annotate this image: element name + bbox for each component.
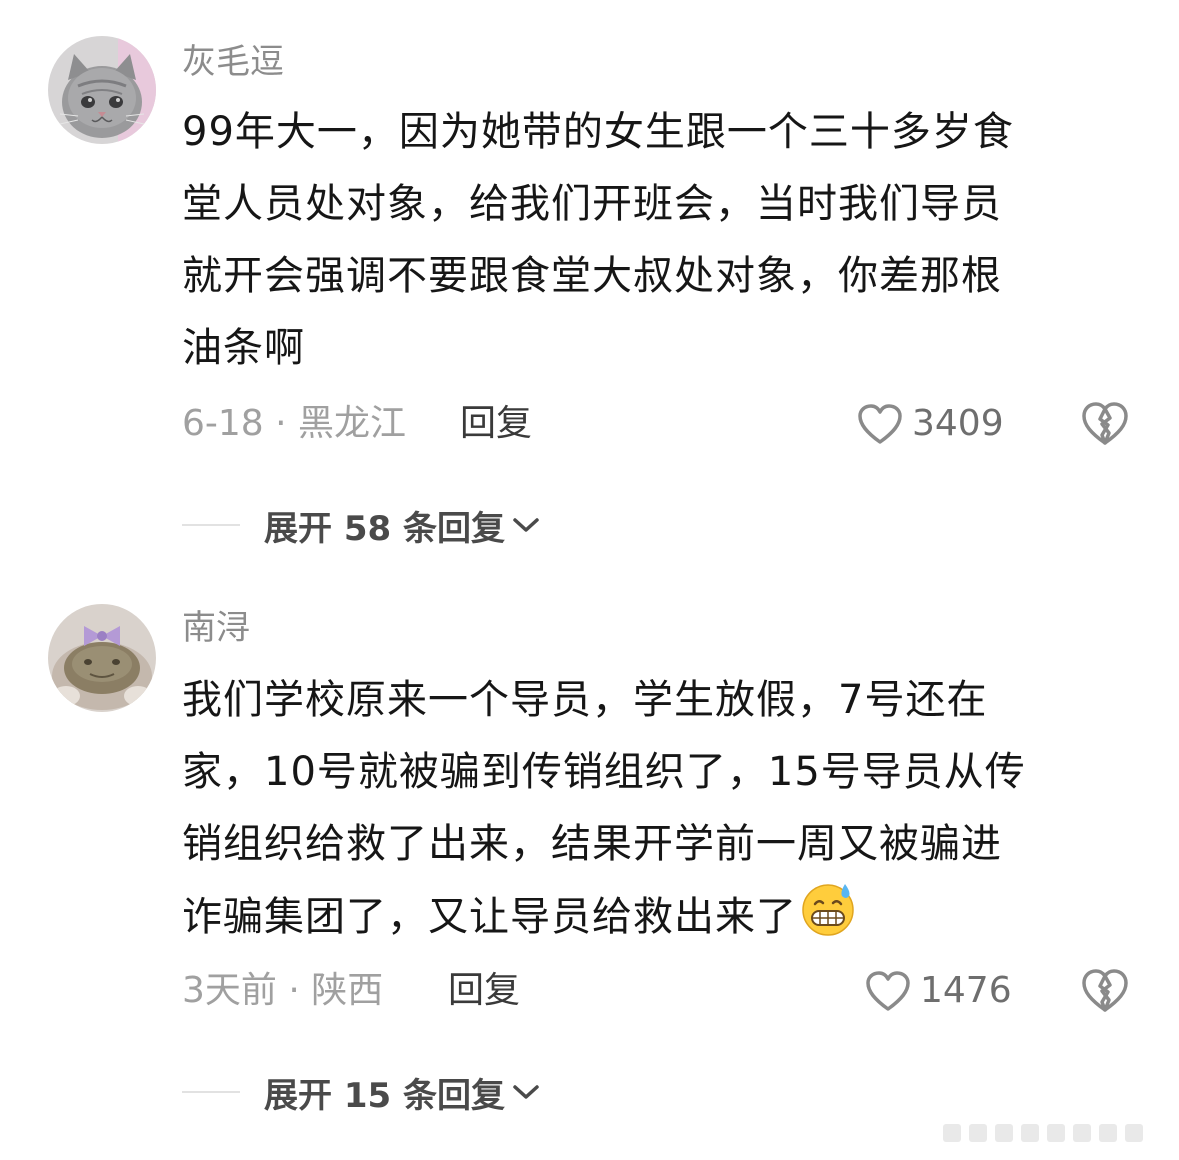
content-line: 家，10号就被骗到传销组织了，15号导员从传	[182, 749, 1026, 795]
chevron-down-icon	[513, 518, 539, 532]
divider-line	[182, 524, 240, 526]
broken-heart-icon	[1082, 969, 1128, 1012]
dislike-button[interactable]	[1080, 399, 1130, 449]
avatar[interactable]	[48, 36, 156, 144]
like-button[interactable]: 1476	[864, 966, 1012, 1016]
username[interactable]: 灰毛逗	[182, 42, 284, 82]
expand-replies-button[interactable]: 展开 58 条回复	[182, 503, 541, 549]
content-line: 99年大一，因为她带的女生跟一个三十多岁食	[182, 109, 1014, 155]
comment-content: 我们学校原来一个导员，学生放假，7号还在 家，10号就被骗到传销组织了，15号导…	[182, 664, 1112, 961]
grinning-sweat-emoji-icon	[799, 880, 857, 961]
comment-content: 99年大一，因为她带的女生跟一个三十多岁食 堂人员处对象，给我们开班会，当时我们…	[182, 96, 1112, 384]
gray-cat-avatar-icon	[48, 36, 156, 144]
heart-outline-icon	[858, 404, 902, 444]
watermark-logo	[939, 1120, 1169, 1146]
content-line: 销组织给救了出来，结果开学前一周又被骗进	[182, 821, 1002, 867]
reply-button[interactable]: 回复	[460, 402, 532, 446]
content-line: 就开会强调不要跟食堂大叔处对象，你差那根	[182, 253, 1002, 299]
content-line-with-emoji: 诈骗集团了，又让导员给救出来了	[182, 880, 1112, 961]
content-line: 我们学校原来一个导员，学生放假，7号还在	[182, 677, 988, 723]
comment-meta: 3天前 · 陕西	[182, 970, 384, 1011]
frog-with-bow-avatar-icon	[48, 604, 156, 712]
avatar[interactable]	[48, 604, 156, 712]
like-count: 3409	[912, 403, 1004, 444]
username[interactable]: 南浔	[182, 608, 250, 648]
content-line: 诈骗集团了，又让导员给救出来了	[182, 894, 797, 940]
content-line: 油条啊	[182, 325, 305, 371]
comment-meta: 6-18 · 黑龙江	[182, 403, 407, 444]
expand-replies-label: 展开 58 条回复	[264, 508, 505, 549]
like-count: 1476	[920, 970, 1012, 1011]
reply-button[interactable]: 回复	[448, 969, 520, 1013]
content-line: 堂人员处对象，给我们开班会，当时我们导员	[182, 181, 1002, 227]
comment-item: 南浔 我们学校原来一个导员，学生放假，7号还在 家，10号就被骗到传销组织了，1…	[0, 580, 1179, 1140]
comment-item: 灰毛逗 99年大一，因为她带的女生跟一个三十多岁食 堂人员处对象，给我们开班会，…	[0, 0, 1179, 580]
broken-heart-icon	[1082, 402, 1128, 445]
chevron-down-icon	[513, 1085, 539, 1099]
heart-outline-icon	[866, 971, 910, 1011]
divider-line	[182, 1091, 240, 1093]
dislike-button[interactable]	[1080, 966, 1130, 1016]
expand-replies-button[interactable]: 展开 15 条回复	[182, 1070, 541, 1116]
expand-replies-label: 展开 15 条回复	[264, 1075, 505, 1116]
like-button[interactable]: 3409	[856, 399, 1004, 449]
